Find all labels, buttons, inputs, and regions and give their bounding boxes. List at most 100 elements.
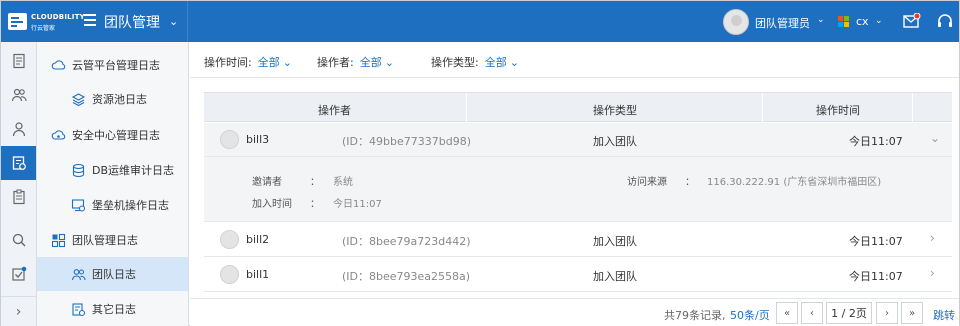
detail-value: 116.30.222.91 (广东省深圳市福田区) (707, 177, 882, 188)
last-page-button[interactable]: » (901, 302, 923, 324)
chevron-down-icon[interactable]: ⌄ (930, 131, 940, 145)
divider (187, 1, 188, 42)
hamburger-menu-icon[interactable] (84, 14, 96, 26)
filter-operation-type[interactable]: 操作类型: 全部 ⌄ (431, 54, 519, 70)
detail-label: 加入时间 (252, 199, 292, 210)
filter-value[interactable]: 全部 (360, 56, 382, 69)
filter-label: 操作类型: (431, 56, 479, 69)
operation-time: 今日11:07 (849, 270, 903, 283)
layers-icon (71, 92, 86, 106)
region-name[interactable]: cx (856, 15, 869, 28)
sidebar-item-label: 堡垒机操作日志 (92, 199, 169, 212)
page-size-select[interactable]: 50条/页 (730, 307, 770, 323)
detail-colon: ： (310, 177, 320, 188)
chevron-down-icon[interactable]: ⌄ (283, 56, 292, 69)
sidebar-item-team-log[interactable]: 团队日志 (37, 257, 188, 291)
icon-rail: › (1, 42, 37, 326)
logo-icon (8, 13, 27, 30)
column-header-type: 操作类型 (593, 104, 637, 117)
column-header-operator: 操作者 (318, 104, 351, 117)
operation-time: 今日11:07 (849, 235, 903, 248)
filter-value[interactable]: 全部 (258, 56, 280, 69)
divider (762, 93, 763, 122)
sidebar-item-label: 其它日志 (92, 303, 136, 316)
user-icon[interactable] (1, 112, 36, 146)
operator-name: bill2 (246, 233, 270, 246)
other-log-icon (72, 302, 86, 316)
sidebar-item-other-log[interactable]: 其它日志 (37, 292, 188, 326)
filter-operator[interactable]: 操作者: 全部 ⌄ (317, 54, 394, 70)
chevron-down-icon[interactable]: ⌄ (169, 15, 178, 28)
cloud-shield-icon (51, 129, 66, 140)
sidebar-item-resource-pool[interactable]: 资源池日志 (37, 82, 188, 116)
chevron-down-icon[interactable]: ⌄ (385, 56, 394, 69)
sidebar-item-label: 安全中心管理日志 (72, 129, 160, 142)
sidebar-item-team-mgmt-log[interactable]: 团队管理日志 (37, 223, 188, 257)
filter-operation-time[interactable]: 操作时间: 全部 ⌄ (204, 54, 292, 70)
avatar (220, 265, 239, 284)
filter-label: 操作者: (317, 56, 354, 69)
sidebar-item-cloud-log[interactable]: 云管平台管理日志 (37, 48, 188, 82)
detail-label: 访问来源 (627, 177, 667, 188)
row-detail: 邀请者 ： 系统 加入时间 ： 今日11:07 访问来源 ： 116.30.22… (204, 157, 952, 222)
headset-icon[interactable] (936, 12, 954, 30)
log-icon[interactable] (1, 146, 36, 180)
sidebar-item-label: 资源池日志 (92, 93, 147, 106)
database-icon (72, 163, 85, 177)
pagination: 共79条记录, 50条/页 « ‹ 1 / 2页 › » 跳转 (190, 298, 959, 326)
detail-value: 今日11:07 (333, 199, 382, 210)
column-header-time: 操作时间 (816, 104, 860, 117)
brand-logo[interactable]: CLOUDBILITY 行云管家 (7, 10, 85, 34)
avatar[interactable] (723, 9, 749, 35)
sidebar-item-security-log[interactable]: 安全中心管理日志 (37, 118, 188, 152)
filter-value[interactable]: 全部 (485, 56, 507, 69)
operation-type: 加入团队 (593, 135, 637, 148)
bastion-icon (71, 198, 86, 212)
mail-notification-icon[interactable] (903, 13, 921, 29)
sidebar-item-bastion-log[interactable]: 堡垒机操作日志 (37, 188, 188, 222)
page-indicator: 1 / 2页 (826, 302, 872, 324)
operator-id: (ID：49bbe77337bd98) (342, 135, 471, 148)
table-row[interactable]: bill2 (ID：8bee79a723d442) 加入团队 今日11:07 › (204, 223, 952, 257)
jump-link[interactable]: 跳转 (933, 307, 955, 323)
chevron-down-icon[interactable]: ⌄ (817, 15, 825, 25)
expand-rail-button[interactable]: › (1, 296, 36, 326)
search-icon[interactable] (1, 223, 36, 257)
avatar (220, 130, 239, 149)
detail-colon: ： (310, 199, 320, 210)
main-content: 操作时间: 全部 ⌄ 操作者: 全部 ⌄ 操作类型: 全部 ⌄ 操作者 操作类型 操作时间 … (190, 42, 959, 326)
operation-type: 加入团队 (593, 270, 637, 283)
operator-name: bill1 (246, 268, 270, 281)
grid-icon (51, 233, 66, 247)
clipboard-icon[interactable] (1, 180, 36, 214)
cloud-icon (51, 59, 66, 70)
table-row[interactable]: bill1 (ID：8bee793ea2558a) 加入团队 今日11:07 › (204, 258, 952, 292)
team-icon (71, 268, 86, 280)
prev-page-button[interactable]: ‹ (801, 302, 823, 324)
divider (912, 93, 913, 122)
avatar (220, 230, 239, 249)
user-name[interactable]: 团队管理员 (755, 15, 810, 31)
total-records: 共79条记录, (664, 309, 726, 322)
detail-colon: ： (685, 177, 695, 188)
checklist-icon[interactable] (1, 257, 36, 291)
app-title[interactable]: 团队管理 (104, 12, 160, 32)
filter-bar: 操作时间: 全部 ⌄ 操作者: 全部 ⌄ 操作类型: 全部 ⌄ (190, 42, 959, 78)
operator-name: bill3 (246, 133, 270, 146)
sidebar-item-db-audit[interactable]: DB运维审计日志 (37, 153, 188, 187)
users-icon[interactable] (1, 78, 36, 112)
chevron-right-icon[interactable]: › (930, 266, 935, 280)
sidebar-item-label: DB运维审计日志 (92, 164, 175, 177)
table-row[interactable]: bill3 (ID：49bbe77337bd98) 加入团队 今日11:07 ⌄ (204, 123, 952, 157)
next-page-button[interactable]: › (876, 302, 898, 324)
document-icon[interactable] (1, 44, 36, 78)
chevron-down-icon[interactable]: ⌄ (875, 16, 883, 26)
operation-type: 加入团队 (593, 235, 637, 248)
chevron-right-icon[interactable]: › (930, 231, 935, 245)
chevron-down-icon[interactable]: ⌄ (510, 56, 519, 69)
operator-id: (ID：8bee793ea2558a) (342, 270, 471, 283)
microsoft-icon[interactable] (838, 16, 850, 28)
first-page-button[interactable]: « (776, 302, 798, 324)
table-header: 操作者 操作类型 操作时间 (204, 92, 952, 122)
divider (466, 93, 467, 122)
